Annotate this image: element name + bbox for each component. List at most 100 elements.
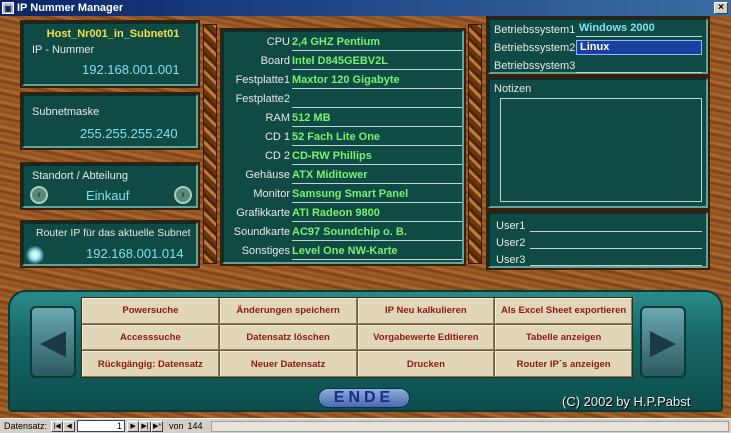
hardware-panel: CPU 2,4 GHZ Pentium Board Intel D845GEBV…	[222, 30, 464, 264]
location-prev-icon[interactable]: ‹	[30, 186, 48, 204]
os-panel: Betriebssystem1 Windows 2000 Betriebssys…	[488, 18, 708, 74]
os-value[interactable]	[576, 58, 702, 73]
host-panel: Host_Nr001_in_Subnet01 IP - Nummer 192.1…	[22, 22, 198, 86]
show-router-ips-button[interactable]: Router IP´s anzeigen	[495, 351, 632, 377]
last-record-icon[interactable]: ▶|	[139, 420, 152, 432]
hardware-label: CD 2	[264, 150, 290, 162]
hardware-value[interactable]: Level One NW-Karte	[292, 245, 462, 260]
router-label: Router IP für das aktuelle Subnet	[36, 227, 191, 239]
user-row: User1	[490, 218, 708, 235]
action-button-grid: Powersuche Änderungen speichern IP Neu k…	[81, 297, 633, 378]
hardware-label: Monitor	[253, 188, 290, 200]
hardware-row: CD 1 52 Fach Lite One	[224, 129, 464, 148]
hardware-label: Festplatte1	[235, 74, 290, 86]
hardware-value[interactable]: Samsung Smart Panel	[292, 188, 462, 203]
os-row: Betriebssystem2 Linux	[490, 40, 708, 58]
hardware-value[interactable]: Intel D845GEBV2L	[292, 55, 462, 70]
location-label: Standort / Abteilung	[32, 170, 129, 182]
hardware-label: RAM	[265, 112, 290, 124]
user-label: User3	[496, 254, 526, 266]
edit-defaults-button[interactable]: Vorgabewerte Editieren	[357, 324, 495, 351]
hardware-row: Sonstiges Level One NW-Karte	[224, 243, 464, 262]
hardware-row: Festplatte2	[224, 91, 464, 110]
record-total: 144	[187, 421, 203, 431]
record-label: Datensatz:	[4, 421, 48, 431]
access-search-button[interactable]: Accesssuche	[82, 324, 219, 351]
undo-record-button[interactable]: Rückgängig: Datensatz	[82, 351, 219, 377]
hardware-label: CPU	[266, 36, 290, 48]
new-record-icon[interactable]: ▶*	[151, 420, 164, 432]
carved-column-left	[203, 24, 217, 264]
exit-button[interactable]: ENDE	[318, 388, 410, 408]
subnet-panel: Subnetmaske 255.255.255.240	[22, 94, 198, 148]
hardware-row: Gehäuse ATX Miditower	[224, 167, 464, 186]
os-value[interactable]: Windows 2000	[576, 22, 702, 37]
hardware-row: CD 2 CD-RW Phillips	[224, 148, 464, 167]
powersuche-button[interactable]: Powersuche	[82, 298, 219, 324]
delete-record-button[interactable]: Datensatz löschen	[219, 324, 357, 351]
new-record-button[interactable]: Neuer Datensatz	[219, 351, 357, 377]
first-record-icon[interactable]: |◀	[51, 420, 64, 432]
subnet-label: Subnetmaske	[32, 106, 100, 118]
notes-panel: Notizen	[488, 78, 708, 208]
record-navigator: Datensatz: |◀ ◀ 1 ▶ ▶| ▶* von 144	[0, 418, 731, 433]
export-excel-button[interactable]: Als Excel Sheet exportieren	[495, 298, 632, 324]
location-next-icon[interactable]: ›	[174, 186, 192, 204]
hardware-value[interactable]: Maxtor 120 Gigabyte	[292, 74, 462, 89]
previous-record-icon[interactable]: ◀	[63, 420, 76, 432]
title-bar: ▣ IP Nummer Manager ×	[0, 0, 731, 16]
user-value[interactable]	[530, 235, 702, 249]
show-table-button[interactable]: Tabelle anzeigen	[495, 324, 632, 351]
hardware-row: Grafikkarte ATI Radeon 9800	[224, 205, 464, 224]
hardware-value[interactable]: 512 MB	[292, 112, 462, 127]
notes-label: Notizen	[494, 83, 532, 95]
print-button[interactable]: Drucken	[357, 351, 495, 377]
record-number-input[interactable]: 1	[77, 420, 126, 432]
host-name[interactable]: Host_Nr001_in_Subnet01	[30, 28, 196, 40]
hardware-row: CPU 2,4 GHZ Pentium	[224, 34, 464, 53]
users-panel: User1 User2 User3	[488, 212, 708, 268]
notes-textarea[interactable]	[500, 98, 702, 202]
subnet-value[interactable]: 255.255.255.240	[80, 126, 178, 141]
os-label: Betriebssystem3	[494, 60, 576, 72]
prev-record-button[interactable]: ◀	[30, 306, 76, 378]
router-value[interactable]: 192.168.001.014	[86, 246, 184, 261]
hardware-label: Board	[260, 55, 290, 67]
hardware-value[interactable]: 52 Fach Lite One	[292, 131, 462, 146]
user-value[interactable]	[530, 218, 702, 232]
user-value[interactable]	[530, 252, 702, 266]
location-value[interactable]: Einkauf	[86, 188, 129, 203]
hardware-row: Monitor Samsung Smart Panel	[224, 186, 464, 205]
window-title: IP Nummer Manager	[17, 2, 124, 14]
carved-column-right	[468, 24, 482, 264]
next-record-icon[interactable]: ▶	[127, 420, 140, 432]
os-row: Betriebssystem1 Windows 2000	[490, 22, 708, 40]
arrow-left-icon: ◀	[39, 323, 67, 361]
user-label: User2	[496, 237, 526, 249]
location-panel: Standort / Abteilung ‹ Einkauf ›	[22, 164, 198, 208]
os-value[interactable]: Linux	[576, 40, 702, 55]
hardware-value[interactable]: ATI Radeon 9800	[292, 207, 462, 222]
hardware-row: Soundkarte AC97 Soundchip o. B.	[224, 224, 464, 243]
hardware-value[interactable]: CD-RW Phillips	[292, 150, 462, 165]
ip-value[interactable]: 192.168.001.001	[82, 62, 180, 77]
router-panel: Router IP für das aktuelle Subnet 192.16…	[22, 222, 198, 266]
next-record-button[interactable]: ▶	[640, 306, 686, 378]
os-label: Betriebssystem2	[494, 42, 576, 54]
hardware-value[interactable]: AC97 Soundchip o. B.	[292, 226, 462, 241]
close-button[interactable]: ×	[714, 2, 728, 14]
save-changes-button[interactable]: Änderungen speichern	[219, 298, 357, 324]
user-row: User2	[490, 235, 708, 252]
horizontal-scrollbar[interactable]	[210, 420, 729, 432]
hardware-label: Gehäuse	[245, 169, 290, 181]
hardware-label: Festplatte2	[235, 93, 290, 105]
hardware-row: Festplatte1 Maxtor 120 Gigabyte	[224, 72, 464, 91]
hardware-value[interactable]: ATX Miditower	[292, 169, 462, 184]
app-icon: ▣	[2, 2, 14, 14]
hardware-value[interactable]: 2,4 GHZ Pentium	[292, 36, 462, 51]
hardware-value[interactable]	[292, 93, 462, 108]
user-label: User1	[496, 220, 526, 232]
router-glow-icon	[26, 246, 44, 264]
recalc-ip-button[interactable]: IP Neu kalkulieren	[357, 298, 495, 324]
hardware-row: Board Intel D845GEBV2L	[224, 53, 464, 72]
